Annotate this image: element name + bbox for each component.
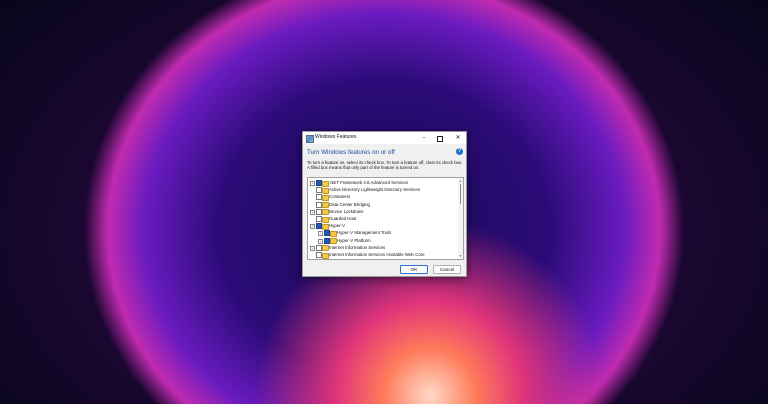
feature-row[interactable]: +Legacy Components <box>308 258 458 260</box>
feature-label: Containers <box>329 194 351 200</box>
feature-tree[interactable]: + .NET Framework 4.8 Advanced Services Act… <box>307 177 464 260</box>
feature-row[interactable]: + Hyper-V <box>308 222 458 230</box>
feature-label: Active Directory Lightweight Directory S… <box>329 187 421 193</box>
feature-label: Legacy Components <box>329 258 369 259</box>
help-icon[interactable]: ? <box>456 148 463 155</box>
feature-row[interactable]: + Hyper-V Platform <box>308 237 458 245</box>
scroll-down-icon[interactable]: ▼ <box>459 254 462 258</box>
close-button[interactable]: ✕ <box>452 133 464 143</box>
feature-row[interactable]: Internet Information Services Hostable W… <box>308 251 458 259</box>
feature-checkbox[interactable] <box>316 259 322 260</box>
feature-label: .NET Framework 4.8 Advanced Services <box>329 180 408 185</box>
minimize-button[interactable]: – <box>418 133 430 143</box>
feature-row[interactable]: Active Directory Lightweight Directory S… <box>308 186 458 194</box>
windows-features-dialog: Windows Features – ✕ Turn Windows featur… <box>302 131 467 277</box>
window-title: Windows Features <box>315 134 357 140</box>
feature-label: Hyper-V Platform <box>337 237 371 243</box>
feature-row[interactable]: + .NET Framework 4.8 Advanced Services <box>308 179 458 187</box>
scroll-up-icon[interactable]: ▲ <box>459 179 462 183</box>
feature-label: Internet Information Services <box>329 244 386 250</box>
dialog-heading: Turn Windows features on or off <box>307 149 395 156</box>
maximize-button[interactable] <box>434 133 446 143</box>
feature-row[interactable]: Guarded Host <box>308 215 458 223</box>
dialog-description: To turn a feature on, select its check b… <box>307 160 463 171</box>
feature-label: Hyper-V <box>329 223 346 229</box>
feature-row[interactable]: Data Center Bridging <box>308 201 458 209</box>
close-icon: ✕ <box>455 134 461 141</box>
feature-label: Guarded Host <box>329 216 357 221</box>
feature-row[interactable]: + Internet Information Services <box>308 244 458 252</box>
feature-row[interactable]: Containers <box>308 193 458 201</box>
cancel-button[interactable]: Cancel <box>433 265 461 274</box>
maximize-icon <box>437 136 443 142</box>
ok-button[interactable]: OK <box>400 265 428 274</box>
vertical-scrollbar[interactable]: ▲ ▼ <box>458 178 463 259</box>
feature-label: Device Lockdown <box>329 208 364 214</box>
feature-label: Hyper-V Management Tools <box>337 230 392 236</box>
feature-label: Data Center Bridging <box>329 201 371 207</box>
feature-row[interactable]: + Hyper-V Management Tools <box>308 229 458 237</box>
title-bar[interactable]: Windows Features – ✕ <box>303 132 466 144</box>
windows-features-app-icon <box>306 135 314 143</box>
minimize-icon: – <box>422 134 426 141</box>
scroll-thumb[interactable] <box>459 184 461 204</box>
feature-label: Internet Information Services Hostable W… <box>329 252 425 257</box>
feature-row[interactable]: + Device Lockdown <box>308 208 458 216</box>
